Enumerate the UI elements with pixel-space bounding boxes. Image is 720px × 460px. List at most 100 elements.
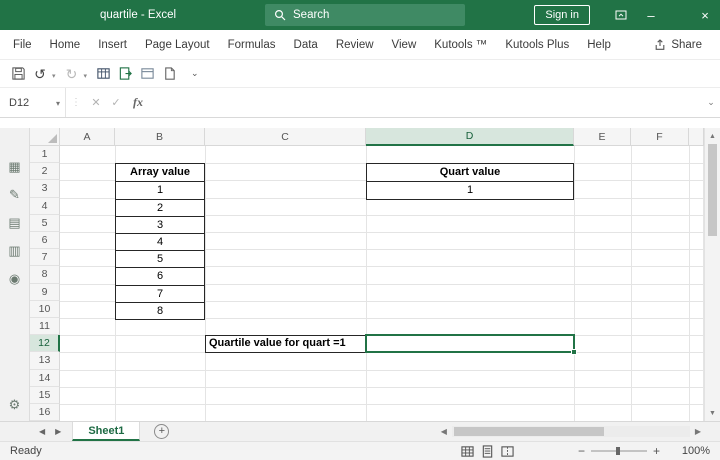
insert-function-icon[interactable]: fx [126, 95, 150, 110]
undo-button[interactable]: ↺ [30, 63, 50, 85]
horizontal-scroll-track[interactable] [451, 426, 690, 437]
column-header-C[interactable]: C [205, 128, 366, 146]
cell-B6[interactable]: 4 [116, 232, 204, 250]
zoom-in-button[interactable]: + [647, 445, 666, 457]
row-header-2[interactable]: 2 [30, 163, 60, 181]
scroll-right-icon[interactable]: ▶ [690, 427, 706, 436]
horizontal-scrollbar[interactable]: ◀ ▶ [436, 426, 706, 437]
columns-pane-icon[interactable]: ▤ [8, 216, 20, 229]
workbook-pane-icon[interactable]: ▦ [8, 160, 20, 173]
quick-access-button-2[interactable] [115, 63, 135, 85]
confirm-entry-icon[interactable]: ✓ [106, 96, 126, 109]
quick-access-button-4[interactable] [159, 63, 179, 85]
sheet-tab-sheet1[interactable]: Sheet1 [72, 422, 141, 441]
scroll-up-icon[interactable]: ▲ [705, 129, 720, 143]
column-header-A[interactable]: A [60, 128, 115, 146]
cell-B10[interactable]: 8 [116, 301, 204, 319]
formula-input[interactable] [150, 88, 702, 117]
vertical-scrollbar[interactable]: ▲ ▼ [704, 128, 720, 421]
add-sheet-button[interactable]: + [154, 424, 170, 439]
menu-tab-help[interactable]: Help [578, 30, 620, 60]
row-header-6[interactable]: 6 [30, 232, 60, 250]
search-box[interactable]: Search [265, 4, 465, 26]
menu-tab-home[interactable]: Home [41, 30, 90, 60]
undo-dropdown-icon[interactable]: ▾ [52, 72, 56, 80]
row-header-9[interactable]: 9 [30, 283, 60, 301]
cell-C12[interactable]: Quartile value for quart =1 [205, 335, 366, 353]
fill-handle[interactable] [571, 349, 577, 356]
row-header-16[interactable]: 16 [30, 404, 60, 421]
row-header-4[interactable]: 4 [30, 197, 60, 215]
cell-B4[interactable]: 2 [116, 198, 204, 216]
menu-tab-review[interactable]: Review [327, 30, 383, 60]
zoom-level[interactable]: 100% [676, 445, 710, 457]
sign-in-button[interactable]: Sign in [534, 5, 590, 25]
row-header-5[interactable]: 5 [30, 214, 60, 232]
close-button[interactable]: × [690, 0, 720, 30]
zoom-slider[interactable] [590, 447, 647, 455]
menu-tab-insert[interactable]: Insert [89, 30, 136, 60]
view-page-break-button[interactable] [501, 445, 514, 458]
edit-pane-icon[interactable]: ✎ [9, 188, 20, 201]
menu-tab-kutools[interactable]: Kutools ™ [425, 30, 496, 60]
settings-gear-icon[interactable]: ⚙ [9, 398, 21, 411]
column-header-E[interactable]: E [574, 128, 631, 146]
cell-D2[interactable]: Quart value [367, 164, 573, 181]
redo-button[interactable]: ↻ [62, 63, 82, 85]
cell-B8[interactable]: 6 [116, 267, 204, 284]
row-header-7[interactable]: 7 [30, 249, 60, 267]
view-normal-button[interactable] [461, 445, 474, 458]
column-header-B[interactable]: B [115, 128, 205, 146]
scroll-down-icon[interactable]: ▼ [705, 406, 720, 420]
customize-toolbar-icon[interactable]: ⌄ [191, 68, 199, 79]
menu-tab-data[interactable]: Data [285, 30, 327, 60]
cell-B2[interactable]: Array value [116, 164, 204, 181]
row-header-14[interactable]: 14 [30, 369, 60, 387]
names-pane-icon[interactable]: ▥ [8, 244, 20, 257]
view-page-layout-button[interactable] [481, 444, 494, 458]
row-header-13[interactable]: 13 [30, 352, 60, 370]
share-button[interactable]: Share [640, 39, 716, 51]
zoom-out-button[interactable]: − [572, 445, 591, 457]
vertical-scroll-thumb[interactable] [708, 144, 717, 236]
save-button[interactable] [8, 63, 28, 85]
column-header-D[interactable]: D [366, 128, 574, 146]
quick-access-button-3[interactable] [137, 63, 157, 85]
scroll-left-icon[interactable]: ◀ [436, 427, 452, 436]
cell-B9[interactable]: 7 [116, 284, 204, 302]
selected-cell-D12[interactable] [365, 334, 577, 356]
sheet-grid[interactable]: A B C D E F 1 2 3 4 5 6 7 8 9 10 11 12 13 14 15 16 Array valu… [30, 128, 704, 421]
tab-nav-right-icon[interactable]: ▶ [50, 427, 66, 436]
row-header-11[interactable]: 11 [30, 318, 60, 336]
menu-tab-kutools-plus[interactable]: Kutools Plus [496, 30, 578, 60]
cell-B7[interactable]: 5 [116, 250, 204, 267]
find-pane-icon[interactable]: ◉ [9, 272, 20, 285]
menu-tab-view[interactable]: View [383, 30, 426, 60]
row-header-15[interactable]: 15 [30, 386, 60, 404]
cancel-entry-icon[interactable]: ✕ [86, 96, 106, 109]
row-header-3[interactable]: 3 [30, 180, 60, 198]
select-all-corner[interactable] [30, 128, 60, 146]
row-header-12[interactable]: 12 [30, 335, 60, 353]
cell-B5[interactable]: 3 [116, 215, 204, 233]
menu-tab-formulas[interactable]: Formulas [219, 30, 285, 60]
column-header-partial[interactable] [689, 128, 704, 146]
row-header-1[interactable]: 1 [30, 146, 60, 164]
row-header-10[interactable]: 10 [30, 300, 60, 318]
column-header-F[interactable]: F [631, 128, 689, 146]
expand-formula-bar-icon[interactable]: ⌄ [702, 97, 720, 108]
horizontal-scroll-thumb[interactable] [453, 427, 604, 436]
cell-B3[interactable]: 1 [116, 181, 204, 198]
row-header-8[interactable]: 8 [30, 266, 60, 284]
ribbon-display-options-icon[interactable] [606, 0, 636, 30]
name-box[interactable]: D12 ▾ [0, 88, 66, 117]
name-box-dropdown-icon[interactable]: ▾ [56, 99, 60, 108]
menu-tab-page-layout[interactable]: Page Layout [136, 30, 219, 60]
tab-nav-left-icon[interactable]: ◀ [34, 427, 50, 436]
quick-access-button-1[interactable] [93, 63, 113, 85]
cell-D3[interactable]: 1 [367, 181, 573, 198]
zoom-slider-thumb[interactable] [615, 447, 620, 455]
menu-tab-file[interactable]: File [4, 30, 41, 60]
minimize-button[interactable]: – [636, 0, 666, 30]
redo-dropdown-icon[interactable]: ▾ [84, 72, 88, 80]
